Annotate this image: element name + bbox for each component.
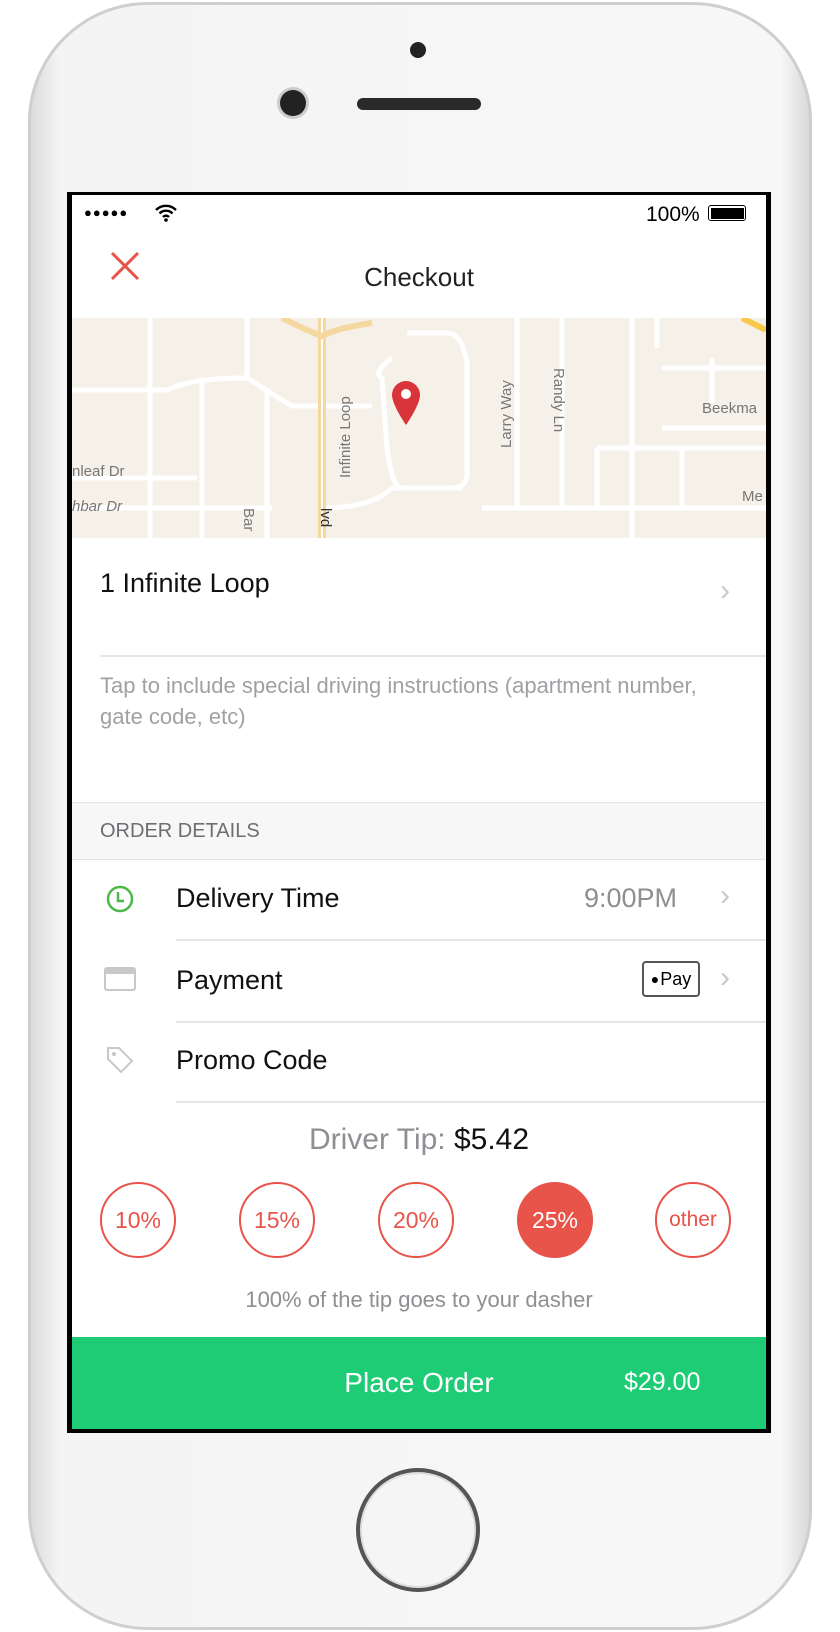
row-label: Delivery Time xyxy=(176,883,340,913)
credit-card-icon xyxy=(104,967,136,991)
driving-instructions-input[interactable]: Tap to include special driving instructi… xyxy=(100,670,730,732)
wifi-icon xyxy=(155,204,177,222)
payment-method: Pay xyxy=(660,968,692,989)
order-total: $29.00 xyxy=(624,1368,701,1396)
map-label: Me xyxy=(742,488,763,505)
row-label: Promo Code xyxy=(176,1045,328,1075)
driver-tip-amount: $5.42 xyxy=(453,1123,530,1156)
tip-option-10[interactable]: 10% xyxy=(100,1182,176,1258)
order-details-header: ORDER DETAILS xyxy=(72,802,766,860)
delivery-time-row[interactable]: Delivery Time 9:00PM › xyxy=(72,859,766,939)
map-pin-icon xyxy=(392,381,420,425)
delivery-time-value: 9:00PM xyxy=(583,883,677,913)
tip-option-other[interactable]: other xyxy=(655,1182,731,1258)
section-title: ORDER DETAILS xyxy=(100,820,260,842)
tip-note: 100% of the tip goes to your dasher xyxy=(245,1287,593,1312)
place-order-button[interactable]: Place Order $29.00 xyxy=(72,1337,766,1429)
page-title: Checkout xyxy=(364,262,474,292)
signal-dots-icon: ●●●●● xyxy=(84,205,129,220)
tag-icon xyxy=(107,1047,134,1074)
status-bar: ●●●●● 100% xyxy=(72,195,766,236)
chevron-right-icon: › xyxy=(720,574,730,607)
chevron-right-icon: › xyxy=(720,879,730,912)
map-label: Larry Way xyxy=(498,380,515,448)
map-label: lvd xyxy=(317,508,334,528)
front-camera xyxy=(280,90,306,116)
map-view[interactable]: Infinite Loop Larry Way Randy Ln Beekma … xyxy=(72,315,766,538)
divider xyxy=(176,1101,766,1103)
row-label: Payment xyxy=(176,965,283,995)
chevron-right-icon: › xyxy=(720,961,730,994)
map-roads xyxy=(72,315,766,538)
tip-option-25[interactable]: 25% xyxy=(517,1182,593,1258)
battery-icon xyxy=(708,205,746,221)
divider xyxy=(100,655,766,657)
map-label: Randy Ln xyxy=(550,368,567,433)
earpiece-speaker xyxy=(357,98,481,110)
app-screen: ●●●●● 100% Checkout Infinite Loop Larry … xyxy=(72,195,766,1429)
tip-option-20[interactable]: 20% xyxy=(378,1182,454,1258)
proximity-sensor xyxy=(410,42,426,58)
clock-icon xyxy=(106,885,134,913)
payment-row[interactable]: Payment ● Pay › xyxy=(72,941,766,1021)
driver-tip-label: Driver Tip: xyxy=(308,1123,446,1156)
address-text: 1 Infinite Loop xyxy=(100,568,270,598)
driver-tip: Driver Tip: $5.42 xyxy=(72,1123,766,1157)
map-label: Infinite Loop xyxy=(337,396,354,478)
apple-pay-badge: ● Pay xyxy=(642,961,700,997)
map-label: nleaf Dr xyxy=(72,463,125,480)
map-label: hbar Dr xyxy=(72,498,123,515)
promo-code-row[interactable]: Promo Code xyxy=(72,1023,766,1101)
nav-bar: Checkout xyxy=(72,236,766,319)
battery-percent: 100% xyxy=(646,203,700,226)
apple-logo-icon: ● xyxy=(650,971,660,987)
address-row[interactable]: 1 Infinite Loop › xyxy=(72,538,766,655)
map-label: Beekma xyxy=(702,400,758,417)
map-label: Bar xyxy=(240,508,257,532)
tip-option-15[interactable]: 15% xyxy=(239,1182,315,1258)
home-button[interactable] xyxy=(356,1468,480,1592)
